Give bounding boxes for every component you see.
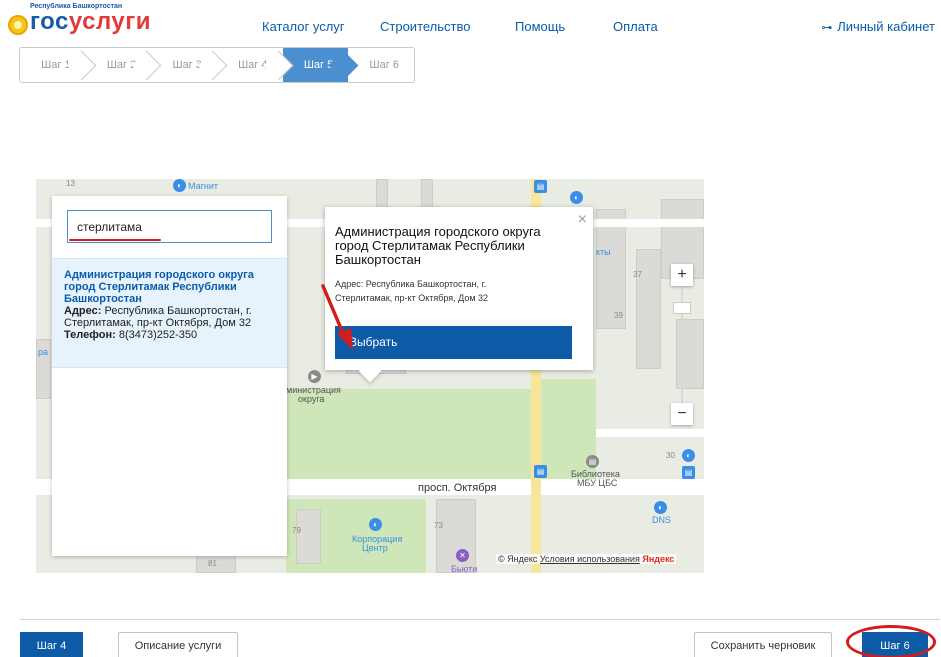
prev-step-button[interactable]: Шаг 4 [20, 632, 83, 657]
result-title[interactable]: Администрация городского округа город Ст… [64, 269, 275, 305]
map-building [636, 249, 661, 369]
result-address: Адрес: Республика Башкортостан, г. Стерл… [64, 305, 252, 329]
shop-icon: ◐ [570, 191, 583, 204]
admin-pin-icon: ▶ [308, 370, 321, 383]
map-building [296, 509, 321, 564]
cabinet-label: Личный кабинет [837, 19, 935, 34]
shop-icon: ◐ [682, 449, 695, 462]
annotation-ellipse [846, 625, 936, 657]
map-label-magnit: Магнит [188, 181, 219, 191]
nav-payment[interactable]: Оплата [613, 19, 658, 34]
nav-construction[interactable]: Строительство [380, 19, 470, 34]
balloon-address: Адрес: Республика Башкортостан, г. Стерл… [335, 279, 489, 303]
house-number: 81 [208, 559, 217, 568]
terms-link[interactable]: Условия использования [540, 554, 640, 564]
corp-store-icon: ◐ [369, 518, 382, 531]
logo[interactable]: Республика Башкортостан госуслуги [8, 3, 168, 43]
map-label-admin-2: округа [298, 394, 325, 404]
bank-icon: ▤ [534, 180, 547, 193]
zoom-slider[interactable] [671, 288, 693, 406]
logo-wordmark: госуслуги [30, 8, 151, 35]
zoom-in-button[interactable]: + [671, 264, 693, 286]
save-draft-button[interactable]: Сохранить черновик [694, 632, 832, 657]
bank-icon: ▤ [534, 465, 547, 478]
house-number: 79 [292, 526, 301, 535]
map-label-kty: кты [596, 247, 611, 257]
personal-cabinet-link[interactable]: ⊶ Личный кабинет [821, 19, 935, 34]
library-icon: ▤ [586, 455, 599, 468]
search-panel: Администрация городского округа город Ст… [52, 196, 287, 556]
key-icon: ⊶ [821, 22, 833, 34]
yandex-logo: Яндекс [642, 554, 675, 564]
house-number: 39 [614, 311, 623, 320]
annotation-underline [69, 239, 161, 241]
nav-catalog[interactable]: Каталог услуг [262, 19, 345, 34]
bank-icon: ▤ [682, 466, 695, 479]
zoom-out-button[interactable]: − [671, 403, 693, 425]
select-button[interactable]: Выбрать [335, 326, 572, 359]
house-number: 73 [434, 521, 443, 530]
house-number: 37 [633, 270, 642, 279]
step-1[interactable]: Шаг 1 [20, 48, 86, 82]
house-number: 13 [66, 179, 75, 188]
nav-help[interactable]: Помощь [515, 19, 565, 34]
close-icon[interactable]: × [578, 211, 587, 229]
map-attribution: © Яндекс Условия использования Яндекс [496, 554, 677, 564]
result-phone: Телефон: 8(3473)252-350 [64, 329, 198, 341]
zoom-slider-handle[interactable] [673, 302, 691, 314]
footer-divider [20, 619, 940, 620]
map-label-dns: DNS [652, 515, 672, 525]
map-balloon: × Администрация городского округа город … [325, 207, 593, 383]
map-label-street: просп. Октября [418, 482, 497, 494]
house-number: 30 [666, 451, 675, 460]
annotation-arrow-icon [321, 284, 353, 350]
shop-icon: ◐ [173, 179, 186, 192]
emblem-icon [8, 15, 28, 35]
search-result-item[interactable]: Администрация городского округа город Ст… [52, 258, 287, 368]
map-building [376, 179, 388, 209]
dns-store-icon: ◐ [654, 501, 667, 514]
step-breadcrumb: Шаг 1 Шаг 2 Шаг 3 Шаг 4 Шаг 5 Шаг 6 [19, 47, 415, 83]
map-building [436, 499, 476, 573]
map-label-library-2: МБУ ЦБС [577, 478, 618, 488]
service-description-button[interactable]: Описание услуги [118, 632, 238, 657]
map-label-corp-2: Центр [362, 543, 388, 553]
map-building [421, 179, 433, 209]
map-label-ra: ра [38, 347, 49, 357]
map-label-beauty: Бьюти [451, 564, 478, 573]
beauty-icon: ✕ [456, 549, 469, 562]
balloon-title: Администрация городского округа город Ст… [335, 224, 541, 267]
map-road [596, 429, 704, 437]
